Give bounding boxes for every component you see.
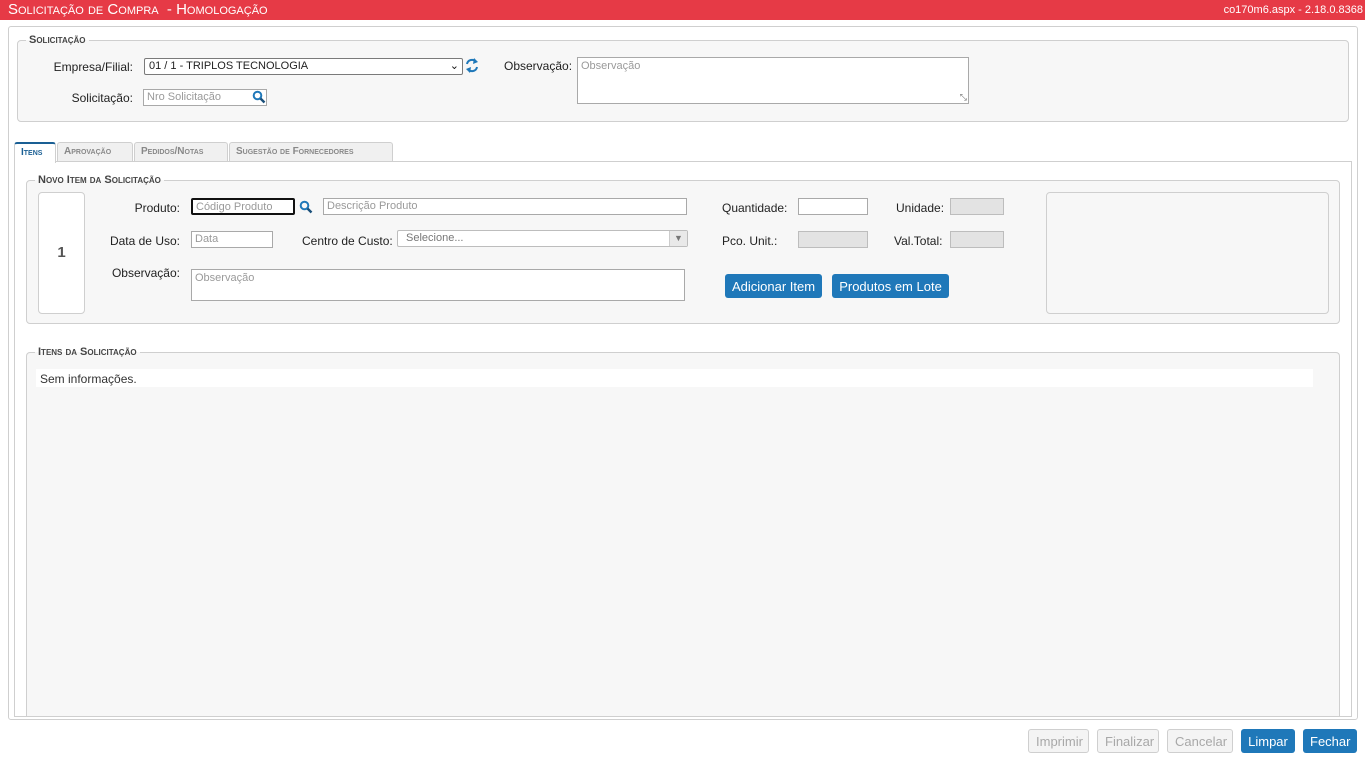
itens-legend: Itens da Solicitação <box>38 346 137 358</box>
produtos-em-lote-button[interactable]: Produtos em Lote <box>832 274 949 298</box>
data-uso-label: Data de Uso: <box>109 234 180 248</box>
quantidade-input[interactable] <box>798 198 868 215</box>
product-image-box <box>1046 192 1329 314</box>
centro-custo-select[interactable]: Selecione... ▼ <box>397 230 688 247</box>
search-icon[interactable] <box>299 200 313 217</box>
cancelar-button[interactable]: Cancelar <box>1167 729 1233 753</box>
novo-item-legend: Novo Item da Solicitação <box>38 174 161 186</box>
empresa-value: 01 / 1 - TRIPLOS TECNOLOGIA <box>149 60 309 72</box>
fechar-button[interactable]: Fechar <box>1303 729 1357 753</box>
val-total-label: Val.Total: <box>894 234 943 248</box>
refresh-icon[interactable] <box>465 57 479 77</box>
pco-unit-label: Pco. Unit.: <box>722 234 778 248</box>
title-bar: Solicitação de Compra - Homologação co17… <box>0 0 1365 20</box>
item-observacao-placeholder: Observação <box>195 272 255 284</box>
tab-itens[interactable]: Itens <box>14 142 56 163</box>
quantidade-label: Quantidade: <box>722 201 788 215</box>
item-observacao-label: Observação: <box>111 266 180 280</box>
val-total-input <box>950 231 1004 248</box>
empresa-label: Empresa/Filial: <box>53 60 133 74</box>
observacao-label: Observação: <box>504 59 573 73</box>
unidade-label: Unidade: <box>896 201 945 215</box>
solicitacao-input[interactable]: Nro Solicitação <box>143 89 267 106</box>
imprimir-button[interactable]: Imprimir <box>1028 729 1089 753</box>
tab-pedidos-notas[interactable]: Pedidos/Notas <box>134 142 228 162</box>
search-icon[interactable] <box>252 90 266 107</box>
codigo-produto-input[interactable]: Código Produto <box>191 198 295 215</box>
item-observacao-textarea[interactable]: Observação <box>191 269 685 301</box>
descricao-produto-input[interactable]: Descrição Produto <box>323 198 687 215</box>
item-number: 1 <box>38 192 85 314</box>
centro-custo-label: Centro de Custo: <box>302 234 393 248</box>
data-uso-input[interactable]: Data <box>191 231 273 248</box>
itens-section: Itens da Solicitação <box>26 346 1340 716</box>
finalizar-button[interactable]: Finalizar <box>1097 729 1159 753</box>
empty-message: Sem informações. <box>36 369 1313 387</box>
resize-grip-icon[interactable]: ⤡ <box>960 92 967 103</box>
limpar-button[interactable]: Limpar <box>1241 729 1295 753</box>
empresa-select[interactable]: 01 / 1 - TRIPLOS TECNOLOGIA ⌄ <box>144 58 463 75</box>
centro-custo-value: Selecione... <box>406 232 464 244</box>
solicitacao-legend: Solicitação <box>29 34 86 46</box>
produto-label: Produto: <box>134 201 180 215</box>
chevron-down-icon: ⌄ <box>449 60 459 72</box>
chevron-down-icon: ▼ <box>669 231 687 246</box>
unidade-input <box>950 198 1004 215</box>
observacao-placeholder: Observação <box>581 60 641 72</box>
tab-sugestao-fornecedores[interactable]: Sugestão de Fornecedores <box>229 142 393 162</box>
observacao-textarea[interactable]: Observação ⤡ <box>577 57 969 104</box>
tab-aprovacao[interactable]: Aprovação <box>57 142 133 162</box>
adicionar-item-button[interactable]: Adicionar Item <box>725 274 822 298</box>
version-label: co170m6.aspx - 2.18.0.8368 <box>1223 4 1363 16</box>
pco-unit-input <box>798 231 868 248</box>
window-title: Solicitação de Compra - Homologação <box>8 1 268 18</box>
solicitacao-label: Solicitação: <box>71 91 133 105</box>
